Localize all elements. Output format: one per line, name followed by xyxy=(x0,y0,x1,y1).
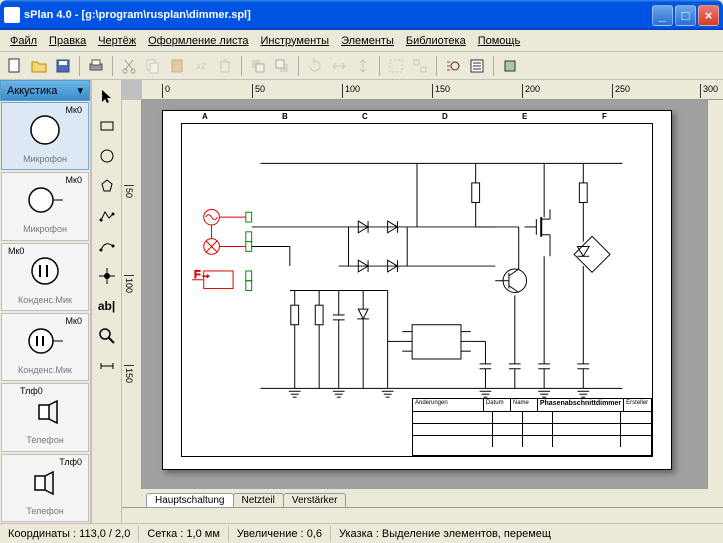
component-item[interactable]: Мк0 Микрофон xyxy=(1,172,89,240)
drawing-tools: ab| xyxy=(92,80,122,523)
component-item[interactable]: Мк0 Конденс.Мик xyxy=(1,243,89,311)
svg-text:F→: F→ xyxy=(194,269,211,281)
ungroup-button[interactable] xyxy=(409,55,431,77)
component-item[interactable]: Тлф0 Телефон xyxy=(1,383,89,451)
page-tab[interactable]: Netzteil xyxy=(233,493,284,507)
polygon-tool[interactable] xyxy=(95,174,119,198)
zoom-tool[interactable] xyxy=(95,324,119,348)
menu-drawing[interactable]: Чертёж xyxy=(92,33,142,49)
open-file-button[interactable] xyxy=(28,55,50,77)
component-item[interactable]: Тлф0 Телефон xyxy=(1,454,89,522)
vertical-scrollbar[interactable] xyxy=(707,100,723,489)
color-button[interactable] xyxy=(499,55,521,77)
pointer-tool[interactable] xyxy=(95,84,119,108)
page-tab[interactable]: Hauptschaltung xyxy=(146,493,234,507)
toolbar: x2 xyxy=(0,52,723,80)
window-title: sPlan 4.0 - [g:\program\rusplan\dimmer.s… xyxy=(24,9,652,21)
page-tabs: Hauptschaltung Netzteil Verstärker xyxy=(122,489,723,507)
save-button[interactable] xyxy=(52,55,74,77)
status-grid: Сетка : 1,0 мм xyxy=(139,526,229,542)
page-tab[interactable]: Verstärker xyxy=(283,493,347,507)
flip-h-button[interactable] xyxy=(328,55,350,77)
menu-tools[interactable]: Инструменты xyxy=(255,33,336,49)
status-coords: Координаты : 113,0 / 2,0 xyxy=(0,526,139,542)
node-tool[interactable] xyxy=(95,264,119,288)
titlebar: sPlan 4.0 - [g:\program\rusplan\dimmer.s… xyxy=(0,0,723,30)
vertical-ruler: 50 100 150 xyxy=(122,100,142,489)
rotate-button[interactable] xyxy=(304,55,326,77)
text-tool[interactable]: ab| xyxy=(95,294,119,318)
menu-page-layout[interactable]: Оформление листа xyxy=(142,33,254,49)
minimize-button[interactable]: _ xyxy=(652,5,673,26)
component-palette: Аккустика ▾ Мк0 Микрофон Мк0 Микрофон Мк… xyxy=(0,80,92,523)
circle-tool[interactable] xyxy=(95,144,119,168)
menu-edit[interactable]: Правка xyxy=(43,33,92,49)
duplicate-button[interactable]: x2 xyxy=(190,55,212,77)
menu-library[interactable]: Библиотека xyxy=(400,33,472,49)
send-back-button[interactable] xyxy=(271,55,293,77)
cut-button[interactable] xyxy=(118,55,140,77)
title-block: Änderungen Datum Name Phasenabschnittdim… xyxy=(412,398,652,456)
canvas-area: 0 50 100 150 200 250 300 50 100 150 A B … xyxy=(122,80,723,523)
horizontal-scrollbar[interactable] xyxy=(122,507,723,523)
snap-button[interactable] xyxy=(442,55,464,77)
component-item[interactable]: Мк0 Микрофон xyxy=(1,102,89,170)
menu-elements[interactable]: Элементы xyxy=(335,33,400,49)
flip-v-button[interactable] xyxy=(352,55,374,77)
menu-help[interactable]: Помощь xyxy=(472,33,527,49)
canvas[interactable]: A B C D E F xyxy=(142,100,723,489)
palette-category-tab[interactable]: Аккустика ▾ xyxy=(0,80,90,101)
menu-file[interactable]: Файл xyxy=(4,33,43,49)
measure-tool[interactable] xyxy=(95,354,119,378)
rect-tool[interactable] xyxy=(95,114,119,138)
status-hint: Указка : Выделение элементов, перемещ xyxy=(331,526,723,542)
print-button[interactable] xyxy=(85,55,107,77)
menubar: Файл Правка Чертёж Оформление листа Инст… xyxy=(0,30,723,52)
line-tool[interactable] xyxy=(95,204,119,228)
list-button[interactable] xyxy=(466,55,488,77)
paste-button[interactable] xyxy=(166,55,188,77)
copy-button[interactable] xyxy=(142,55,164,77)
app-icon xyxy=(4,7,20,23)
dropdown-icon: ▾ xyxy=(77,84,83,97)
delete-button[interactable] xyxy=(214,55,236,77)
bring-front-button[interactable] xyxy=(247,55,269,77)
group-button[interactable] xyxy=(385,55,407,77)
horizontal-ruler: 0 50 100 150 200 250 300 xyxy=(142,80,723,100)
maximize-button[interactable]: □ xyxy=(675,5,696,26)
close-button[interactable]: × xyxy=(698,5,719,26)
statusbar: Координаты : 113,0 / 2,0 Сетка : 1,0 мм … xyxy=(0,523,723,543)
drawing-sheet: A B C D E F xyxy=(162,110,672,470)
status-zoom: Увеличение : 0,6 xyxy=(229,526,331,542)
schematic-diagram: F→ xyxy=(192,134,642,437)
component-item[interactable]: Мк0 Конденс.Мик xyxy=(1,313,89,381)
new-file-button[interactable] xyxy=(4,55,26,77)
bezier-tool[interactable] xyxy=(95,234,119,258)
